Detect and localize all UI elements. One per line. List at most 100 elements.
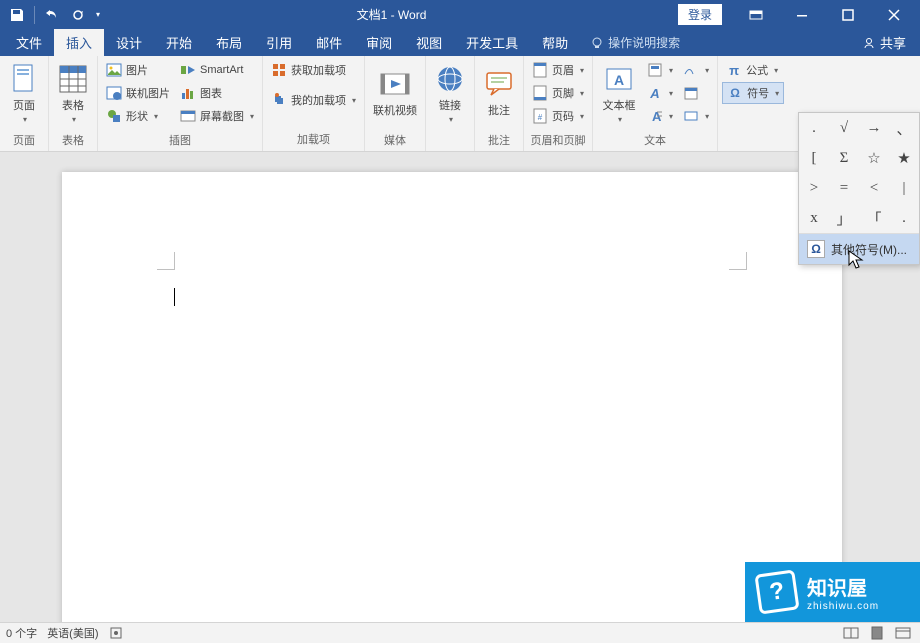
wordart-button[interactable]: A▾ — [643, 82, 677, 104]
group-label — [426, 145, 474, 151]
header-button[interactable]: 页眉▾ — [528, 59, 588, 81]
title-bar: ▾ 文档1 - Word 登录 — [0, 0, 920, 29]
shapes-button[interactable]: 形状▾ — [102, 105, 174, 127]
share-button[interactable]: 共享 — [848, 29, 920, 56]
minimize-button[interactable] — [780, 0, 824, 29]
symbol-cell[interactable]: . — [889, 203, 919, 233]
tab-developer[interactable]: 开发工具 — [454, 29, 530, 56]
group-symbols: π公式▾ Ω符号▾ — [718, 56, 788, 151]
tab-help[interactable]: 帮助 — [530, 29, 580, 56]
chevron-down-icon: ▾ — [580, 66, 584, 75]
tab-layout[interactable]: 布局 — [204, 29, 254, 56]
wordart-icon: A — [647, 85, 663, 101]
read-mode-button[interactable] — [840, 624, 862, 642]
more-symbols-label: 其他符号(M)... — [831, 241, 907, 258]
qat-customize[interactable]: ▾ — [91, 0, 105, 29]
symbol-cell[interactable]: → — [859, 113, 889, 143]
tab-insert[interactable]: 插入 — [54, 29, 104, 56]
group-header-footer: 页眉▾ 页脚▾ #页码▾ 页眉和页脚 — [524, 56, 593, 151]
symbol-cell[interactable]: | — [889, 173, 919, 203]
textbox-icon: A — [603, 63, 635, 95]
symbol-cell[interactable]: ☆ — [859, 143, 889, 173]
undo-button[interactable] — [39, 0, 65, 29]
link-icon — [434, 63, 466, 95]
document-area[interactable] — [0, 152, 920, 622]
quick-parts-button[interactable]: ▾ — [643, 59, 677, 81]
online-pictures-button[interactable]: 联机图片 — [102, 82, 174, 104]
parts-icon — [647, 62, 663, 78]
web-layout-button[interactable] — [892, 624, 914, 642]
tab-view[interactable]: 视图 — [404, 29, 454, 56]
login-button[interactable]: 登录 — [678, 4, 722, 25]
comment-button[interactable]: 批注 — [479, 59, 519, 127]
tab-file[interactable]: 文件 — [4, 29, 54, 56]
chart-button[interactable]: 图表 — [176, 82, 258, 104]
tab-home[interactable]: 开始 — [154, 29, 204, 56]
symbol-cell[interactable]: √ — [829, 113, 859, 143]
group-tables: 表格 ▾ 表格 — [49, 56, 98, 151]
pages-button[interactable]: 页面 ▾ — [4, 59, 44, 127]
equation-button[interactable]: π公式▾ — [722, 59, 784, 81]
symbol-button[interactable]: Ω符号▾ — [722, 82, 784, 104]
svg-text:A: A — [649, 86, 659, 101]
datetime-button[interactable] — [679, 82, 713, 104]
page[interactable] — [62, 172, 842, 622]
save-button[interactable] — [4, 0, 30, 29]
tab-review[interactable]: 审阅 — [354, 29, 404, 56]
my-addins-button[interactable]: 我的加载项▾ — [267, 89, 360, 111]
symbol-cell[interactable]: [ — [799, 143, 829, 173]
smartart-button[interactable]: SmartArt — [176, 59, 258, 81]
watermark-logo: ? 知识屋 zhishiwu.com — [745, 562, 920, 622]
symbol-cell[interactable]: 「 — [859, 203, 889, 233]
page-number-button[interactable]: #页码▾ — [528, 105, 588, 127]
group-label: 批注 — [475, 130, 523, 152]
tab-mailings[interactable]: 邮件 — [304, 29, 354, 56]
footer-button[interactable]: 页脚▾ — [528, 82, 588, 104]
chevron-down-icon: ▾ — [580, 89, 584, 98]
tab-design[interactable]: 设计 — [104, 29, 154, 56]
mouse-cursor — [848, 250, 864, 270]
symbol-cell[interactable]: Σ — [829, 143, 859, 173]
omega-icon: Ω — [727, 85, 743, 101]
online-video-button[interactable]: 联机视频 — [369, 59, 421, 127]
symbol-cell[interactable]: ★ — [889, 143, 919, 173]
maximize-button[interactable] — [826, 0, 870, 29]
object-button[interactable]: ▾ — [679, 105, 713, 127]
chevron-down-icon: ▾ — [449, 115, 453, 124]
chevron-down-icon: ▾ — [669, 89, 673, 98]
header-icon — [532, 62, 548, 78]
links-button[interactable]: 链接 ▾ — [430, 59, 470, 127]
signature-button[interactable]: ▾ — [679, 59, 713, 81]
dropcap-button[interactable]: A▾ — [643, 105, 677, 127]
symbol-cell[interactable]: x — [799, 203, 829, 233]
language-status[interactable]: 英语(美国) — [47, 625, 98, 641]
print-layout-button[interactable] — [866, 624, 888, 642]
svg-text:#: # — [538, 113, 543, 122]
symbol-cell[interactable]: < — [859, 173, 889, 203]
symbol-cell[interactable]: > — [799, 173, 829, 203]
pictures-button[interactable]: 图片 — [102, 59, 174, 81]
word-count[interactable]: 0 个字 — [6, 625, 37, 641]
text-cursor — [174, 288, 175, 306]
redo-button[interactable] — [65, 0, 91, 29]
screenshot-button[interactable]: 屏幕截图▾ — [176, 105, 258, 127]
symbol-cell[interactable]: 、 — [889, 113, 919, 143]
symbol-cell[interactable]: 」 — [829, 203, 859, 233]
close-button[interactable] — [872, 0, 916, 29]
group-label: 页面 — [0, 130, 48, 152]
symbol-cell[interactable]: . — [799, 113, 829, 143]
ribbon-display-button[interactable] — [734, 0, 778, 29]
symbol-cell[interactable]: = — [829, 173, 859, 203]
chevron-down-icon: ▾ — [72, 115, 76, 124]
tab-references[interactable]: 引用 — [254, 29, 304, 56]
chevron-down-icon: ▾ — [669, 66, 673, 75]
macro-icon[interactable] — [109, 626, 123, 640]
textbox-button[interactable]: A 文本框 ▾ — [597, 59, 641, 127]
table-button[interactable]: 表格 ▾ — [53, 59, 93, 127]
store-icon — [271, 62, 287, 78]
symbol-dropdown-panel: . √ → 、 [ Σ ☆ ★ > = < | x 」 「 . Ω 其他符号(M… — [798, 112, 920, 265]
smartart-icon — [180, 62, 196, 78]
get-addins-button[interactable]: 获取加载项 — [267, 59, 360, 81]
group-addins: 获取加载项 我的加载项▾ 加载项 — [263, 56, 365, 151]
tell-me-search[interactable]: 操作说明搜索 — [580, 29, 690, 56]
